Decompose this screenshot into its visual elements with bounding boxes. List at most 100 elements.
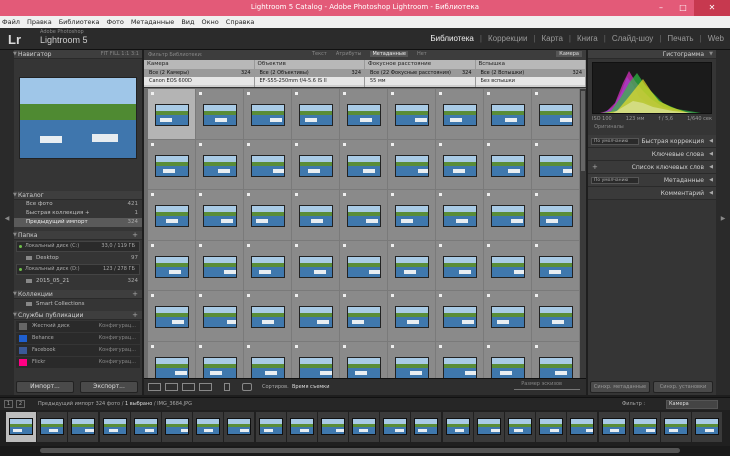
photo-thumbnail[interactable] — [251, 306, 285, 328]
grid-cell[interactable] — [196, 139, 244, 190]
photo-thumbnail[interactable] — [539, 306, 573, 328]
photo-thumbnail[interactable] — [251, 255, 285, 278]
quick-collection-icon[interactable] — [343, 344, 346, 348]
folder-item[interactable]: 2015_05_21 324 — [14, 276, 142, 286]
photo-thumbnail[interactable] — [491, 104, 525, 126]
scrollbar-thumb[interactable] — [40, 448, 680, 453]
quick-collection-icon[interactable] — [151, 92, 154, 95]
metadata-column-header[interactable]: Фокусное расстояние — [365, 60, 475, 69]
photo-thumbnail[interactable] — [203, 154, 237, 177]
grid-cell[interactable] — [484, 190, 532, 241]
loupe-view-icon[interactable] — [165, 383, 178, 391]
histogram-header[interactable]: Гистограмма ▼ — [588, 50, 716, 59]
compare-view-icon[interactable] — [182, 383, 195, 391]
quick-collection-icon[interactable] — [295, 243, 298, 247]
quick-collection-icon[interactable] — [151, 193, 154, 196]
quick-collection-icon[interactable] — [247, 142, 250, 146]
photo-thumbnail[interactable] — [251, 154, 285, 177]
grid-cell[interactable] — [148, 291, 196, 342]
photo-thumbnail[interactable] — [299, 306, 333, 328]
quick-collection-icon[interactable] — [295, 92, 298, 95]
metadata-preset[interactable]: По умолчанию — [591, 177, 639, 184]
service-configure[interactable]: Конфигурац... — [99, 345, 136, 356]
add-collection-icon[interactable]: + — [132, 290, 138, 299]
grid-cell[interactable] — [484, 89, 532, 140]
quick-collection-icon[interactable] — [439, 92, 442, 95]
disclosure-icon[interactable]: ▼ — [13, 311, 17, 320]
quick-collection-icon[interactable] — [343, 294, 346, 297]
publish-service-item[interactable]: Facebook Конфигурац... — [16, 345, 140, 356]
quick-develop-preset[interactable]: По умолчанию — [591, 138, 639, 145]
quick-collection-icon[interactable] — [535, 294, 538, 297]
quick-collection-icon[interactable] — [391, 142, 394, 146]
metadata-panel[interactable]: По умолчанию Метаданные ◀ — [588, 174, 716, 187]
quick-collection-icon[interactable] — [151, 142, 154, 146]
filmstrip-frame[interactable] — [99, 412, 130, 442]
grid-cell[interactable] — [388, 240, 436, 291]
photo-thumbnail[interactable] — [443, 255, 477, 278]
filmstrip-frame[interactable] — [255, 412, 286, 442]
sync-metadata-button[interactable]: Синхр. метаданные — [590, 381, 650, 393]
filmstrip-frame[interactable] — [380, 412, 411, 442]
volume-item[interactable]: Локальный диск (D:) 123 / 278 ГБ — [16, 264, 140, 275]
photo-thumbnail[interactable] — [299, 104, 333, 126]
quick-collection-icon[interactable] — [295, 344, 298, 348]
photo-thumbnail[interactable] — [155, 356, 189, 379]
grid-cell[interactable] — [532, 240, 580, 291]
quick-collection-icon[interactable] — [343, 193, 346, 196]
photo-thumbnail[interactable] — [203, 255, 237, 278]
disclosure-icon[interactable]: ▼ — [13, 290, 17, 299]
quick-develop-panel[interactable]: По умолчанию Быстрая коррекция ◀ — [588, 135, 716, 148]
quick-collection-icon[interactable] — [535, 92, 538, 95]
grid-cell[interactable] — [532, 190, 580, 241]
grid-cell[interactable] — [340, 240, 388, 291]
filmstrip-frame[interactable] — [6, 412, 36, 442]
metadata-column-header[interactable]: Объектив — [254, 60, 364, 69]
quick-collection-icon[interactable] — [247, 92, 250, 95]
photo-thumbnail[interactable] — [251, 205, 285, 227]
grid-cell[interactable] — [388, 139, 436, 190]
grid-cell[interactable] — [340, 291, 388, 342]
publish-service-item[interactable]: Behance Конфигурац... — [16, 333, 140, 344]
filter-preset-select[interactable]: Камера — [556, 51, 582, 57]
quick-collection-icon[interactable] — [535, 193, 538, 196]
photo-thumbnail[interactable] — [347, 104, 381, 126]
photo-thumbnail[interactable] — [491, 255, 525, 278]
metadata-row[interactable]: Все (2 Камеры) 324 — [144, 69, 254, 77]
expand-icon[interactable]: ◀ — [709, 148, 713, 161]
quick-collection-icon[interactable] — [247, 193, 250, 196]
photo-thumbnail[interactable] — [203, 205, 237, 227]
navigator-preview[interactable] — [19, 77, 137, 159]
module-slideshow[interactable]: Слайд-шоу — [612, 34, 653, 43]
filter-tab-attributes[interactable]: Атрибуты — [336, 51, 362, 57]
add-folder-icon[interactable]: + — [132, 231, 138, 240]
sort-select[interactable]: Время съемки — [292, 384, 329, 390]
service-configure[interactable]: Конфигурац... — [99, 321, 136, 332]
quick-collection-icon[interactable] — [295, 142, 298, 146]
photo-thumbnail[interactable] — [155, 306, 189, 328]
photo-thumbnail[interactable] — [395, 356, 429, 379]
photo-thumbnail[interactable] — [155, 255, 189, 278]
quick-collection-icon[interactable] — [487, 344, 490, 348]
filter-tab-none[interactable]: Нет — [417, 51, 427, 57]
export-button[interactable]: Экспорт... — [80, 381, 138, 393]
quick-collection-icon[interactable] — [535, 142, 538, 146]
publish-header[interactable]: ▼ Службы публикации + — [13, 311, 142, 320]
collapse-left-icon[interactable]: ◀ — [0, 215, 14, 222]
photo-thumbnail[interactable] — [395, 255, 429, 278]
photo-thumbnail[interactable] — [443, 205, 477, 227]
menu-view[interactable]: Вид — [181, 18, 194, 26]
catalog-item[interactable]: Быстрая коллекция + 1 — [14, 209, 142, 218]
filmstrip-frame[interactable] — [629, 412, 660, 442]
collections-header[interactable]: ▼ Коллекции + — [13, 290, 142, 299]
add-keyword-icon[interactable]: + — [592, 161, 598, 174]
expand-icon[interactable]: ◀ — [709, 187, 713, 200]
volume-item[interactable]: Локальный диск (C:) 33,0 / 119 ГБ — [16, 241, 140, 252]
disclosure-icon[interactable]: ▼ — [13, 231, 17, 240]
module-print[interactable]: Печать — [667, 34, 693, 43]
keywording-panel[interactable]: Ключевые слова ◀ — [588, 148, 716, 161]
photo-thumbnail[interactable] — [203, 306, 237, 328]
quick-collection-icon[interactable] — [199, 243, 202, 247]
photo-thumbnail[interactable] — [155, 154, 189, 177]
grid-cell[interactable] — [340, 139, 388, 190]
